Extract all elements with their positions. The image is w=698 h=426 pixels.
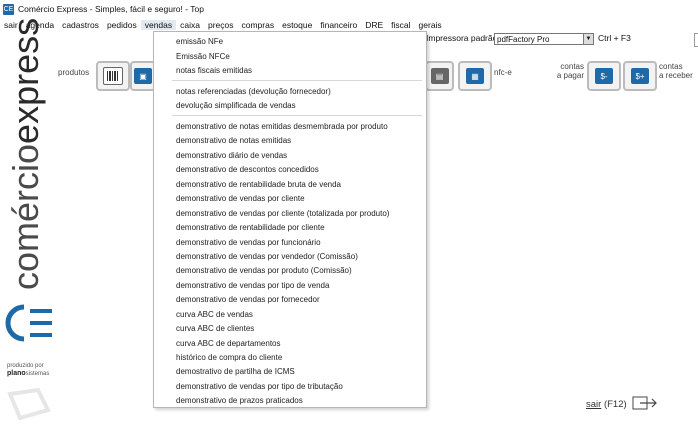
toolbar-contas-pagar-label: contas a pagar <box>556 62 584 80</box>
scroll-edge[interactable] <box>694 33 698 47</box>
bill-pay-icon: $- <box>595 68 613 84</box>
vendas-dropdown-menu: emissão NFe Emissão NFCe notas fiscais e… <box>153 31 427 408</box>
toolbar-nfe-button[interactable]: ▤ <box>425 61 454 91</box>
menu-item-report[interactable]: demonstrativo de vendas por vendedor (Co… <box>176 252 358 261</box>
app-logo-icon: CE <box>3 3 14 15</box>
menu-pedidos[interactable]: pedidos <box>103 20 141 30</box>
printer-select[interactable]: pdfFactory Pro ▼ <box>494 33 594 45</box>
menu-bar: sair agenda cadastros pedidos vendas cai… <box>0 18 698 32</box>
sair-link[interactable]: sair (F12) <box>586 399 627 410</box>
barcode-icon <box>103 67 123 85</box>
menu-dre[interactable]: DRE <box>361 20 387 30</box>
menu-item-report[interactable]: demonstrativo de vendas por fornecedor <box>176 295 320 304</box>
menu-item-devolucao-simplificada[interactable]: devolução simplificada de vendas <box>176 101 296 110</box>
window-title: Comércio Express - Simples, fácil e segu… <box>18 4 204 14</box>
brand-vertical-logo: comércioexpress <box>5 18 46 290</box>
menu-item-report[interactable]: demonstrativo de vendas por funcionário <box>176 238 321 247</box>
menu-gerais[interactable]: gerais <box>415 20 446 30</box>
sair-shortcut: (F12) <box>603 399 627 410</box>
exit-icon[interactable] <box>632 396 658 410</box>
menu-item-report[interactable]: curva ABC de vendas <box>176 310 253 319</box>
menu-item-report[interactable]: demonstrativo diário de vendas <box>176 151 287 160</box>
menu-item-report[interactable]: histórico de compra do cliente <box>176 353 282 362</box>
menu-item-report[interactable]: demostrativo de partilha de ICMS <box>176 367 295 376</box>
menu-cadastros[interactable]: cadastros <box>58 20 103 30</box>
menu-item-report[interactable]: curva ABC de clientes <box>176 324 254 333</box>
menu-item-emissao-nfe[interactable]: emissão NFe <box>176 37 223 46</box>
menu-item-report[interactable]: demonstrativo de prazos praticados <box>176 396 303 405</box>
document-icon: ▤ <box>430 68 449 84</box>
printer-shortcut: Ctrl + F3 <box>598 33 631 43</box>
menu-item-report[interactable]: demonstrativo de vendas por cliente <box>176 194 305 203</box>
menu-item-report[interactable]: demonstrativo de notas emitidas desmembr… <box>176 122 388 131</box>
bill-receive-icon: $+ <box>631 68 649 84</box>
menu-separator <box>172 80 422 81</box>
menu-item-report[interactable]: demonstrativo de vendas por cliente (tot… <box>176 209 389 218</box>
menu-precos[interactable]: preços <box>204 20 238 30</box>
menu-item-report[interactable]: demonstrativo de rentabilidade por clien… <box>176 223 325 232</box>
menu-item-report[interactable]: demonstrativo de vendas por tipo de trib… <box>176 382 343 391</box>
produced-by: produzido por planosistemas <box>7 362 49 378</box>
produced-by-label: produzido por <box>7 363 44 369</box>
menu-item-report[interactable]: curva ABC de departamentos <box>176 339 281 348</box>
menu-vendas[interactable]: vendas <box>140 20 177 30</box>
watermark-icon <box>7 387 51 421</box>
menu-item-notas-referenciadas[interactable]: notas referenciadas (devolução fornecedo… <box>176 87 331 96</box>
menu-item-report[interactable]: demonstrativo de descontos concedidos <box>176 165 319 174</box>
ce-logo-icon <box>5 304 52 342</box>
menu-caixa[interactable]: caixa <box>176 20 204 30</box>
brand-word-thin: comércio <box>5 143 46 290</box>
menu-item-report[interactable]: demonstrativo de vendas por tipo de vend… <box>176 281 329 290</box>
toolbar-nfce-label: nfc-e <box>494 68 512 77</box>
chevron-down-icon[interactable]: ▼ <box>583 34 593 44</box>
brand-word-bold: express <box>5 17 46 144</box>
printer-select-value: pdfFactory Pro <box>497 35 550 44</box>
title-bar: CE Comércio Express - Simples, fácil e s… <box>0 0 698 18</box>
company-name-b: sistemas <box>25 371 50 377</box>
card-icon: ▣ <box>134 68 152 84</box>
menu-item-notas-emitidas[interactable]: notas fiscais emitidas <box>176 66 252 75</box>
menu-fiscal[interactable]: fiscal <box>387 20 414 30</box>
menu-item-report[interactable]: demonstrativo de notas emitidas <box>176 136 291 145</box>
toolbar-produtos-button[interactable] <box>96 61 130 91</box>
menu-compras[interactable]: compras <box>238 20 279 30</box>
toolbar-contas-receber-button[interactable]: $+ <box>623 61 657 91</box>
toolbar-produtos-label: produtos <box>58 68 90 77</box>
toolbar-contas-receber-label: contas a receber <box>659 62 693 80</box>
menu-separator <box>172 115 422 116</box>
receipt-icon: ▦ <box>466 68 484 84</box>
menu-estoque[interactable]: estoque <box>278 20 316 30</box>
menu-financeiro[interactable]: financeiro <box>316 20 361 30</box>
printer-label: Impressora padrão <box>426 33 498 43</box>
sair-label: sair <box>586 399 602 410</box>
menu-item-report[interactable]: demonstrativo de vendas por produto (Com… <box>176 266 352 275</box>
company-name-a: plano <box>7 370 26 377</box>
toolbar-nfce-button[interactable]: ▦ <box>458 61 492 91</box>
menu-item-emissao-nfce[interactable]: Emissão NFCe <box>176 52 230 61</box>
menu-item-report[interactable]: demonstrativo de rentabilidade bruta de … <box>176 180 341 189</box>
toolbar-contas-pagar-button[interactable]: $- <box>587 61 621 91</box>
